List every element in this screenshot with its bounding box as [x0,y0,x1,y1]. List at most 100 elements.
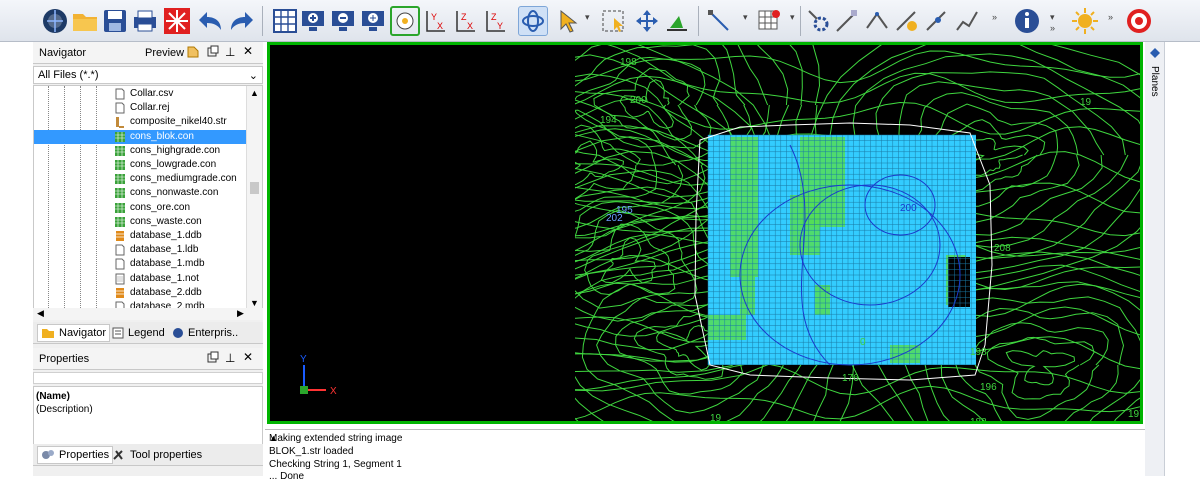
tree-vertical-scrollbar[interactable]: ▲ ▼ [246,86,262,308]
file-tree-item[interactable]: database_1.not [34,272,247,286]
scroll-thumb[interactable] [250,182,259,194]
file-tree-item[interactable]: cons_lowgrade.con [34,158,247,172]
navigator-header: Navigator Preview ⊥ ✕ [33,42,263,64]
folder-icon [42,329,54,338]
undo-icon[interactable] [196,6,226,36]
properties-tabs: Properties Tool properties [33,444,263,466]
rotate-icon[interactable] [518,6,548,36]
pin-icon[interactable]: ⊥ [225,45,235,59]
globe-icon[interactable] [40,6,70,36]
file-tree-item-label: database_1.mdb [130,258,205,270]
contour-label: 188 [970,417,987,421]
close-icon[interactable]: ✕ [243,44,253,58]
edit-segment-icon[interactable] [862,6,892,36]
target-icon[interactable] [1124,6,1154,36]
file-tree-item[interactable]: database_2.ddb [34,286,247,300]
enterprise-icon [173,328,183,338]
file-tree-item[interactable]: composite_nikel40.str [34,115,247,129]
preview-label[interactable]: Preview [145,47,184,59]
scroll-up-icon[interactable]: ▲ [269,433,1141,443]
print-icon[interactable] [130,6,160,36]
info-icon[interactable] [1012,6,1042,36]
insert-point-icon[interactable] [922,6,952,36]
file-tree-item[interactable]: database_1.mdb [34,257,247,271]
zoom-out-icon[interactable] [328,6,358,36]
contour-label: 197 [1128,409,1140,420]
contour-line [569,98,1140,135]
axis-yx-icon[interactable]: YX [420,6,450,36]
close-icon[interactable]: ✕ [243,350,253,364]
scroll-right-icon[interactable]: ▶ [237,308,244,319]
scroll-down-icon[interactable]: ▼ [250,298,259,308]
tree-horizontal-scrollbar[interactable]: ◀ ▶ [33,308,263,320]
left-side-gutter [0,42,33,476]
tab-tool-properties[interactable]: Tool properties [109,446,205,464]
tab-enterprise[interactable]: Enterpris.. [169,324,241,342]
file-tree-item-label: database_1.ddb [130,230,202,241]
save-icon[interactable] [100,6,130,36]
file-tree-item[interactable]: cons_waste.con [34,215,247,229]
tab-properties[interactable]: Properties [37,446,114,464]
legend-icon [112,327,124,339]
file-tree-item-label: cons_blok.con [130,130,194,142]
file-tree-item[interactable]: database_1.ddb [34,229,247,243]
document-icon [115,102,125,114]
file-filter-select[interactable]: All Files (*.*) ⌄ [33,66,263,84]
constraint-file-icon [115,173,125,185]
axis-zx-icon[interactable]: ZX [450,6,480,36]
file-tree-item[interactable]: Collar.rej [34,101,247,115]
gear-icon[interactable] [804,6,834,36]
open-folder-icon[interactable] [70,6,100,36]
preview-toggle-icon[interactable] [186,45,200,62]
notes-icon [115,273,125,285]
graphics-viewport[interactable]: 1982001941920219520020819819619718819176… [267,42,1143,424]
profile-icon[interactable] [662,6,692,36]
plane-icon[interactable] [390,6,420,36]
tab-legend[interactable]: Legend [109,324,168,342]
zoom-in-icon[interactable] [298,6,328,36]
file-tree-item[interactable]: cons_mediumgrade.con [34,172,247,186]
file-tree-item[interactable]: cons_blok.con [34,129,247,144]
grid-icon[interactable] [270,6,300,36]
tab-enterprise-label: Enterpris.. [188,327,239,339]
file-tree-item[interactable]: cons_ore.con [34,201,247,215]
explode-icon[interactable] [162,6,192,36]
select-cursor-icon[interactable] [552,6,582,36]
properties-header: Properties ⊥ ✕ [33,348,263,370]
contour-label: 200 [630,95,647,106]
contour-label: 19 [1080,97,1092,108]
edit-point-icon[interactable] [832,6,862,36]
file-tree-item-label: cons_mediumgrade.con [130,173,237,185]
float-icon[interactable] [207,45,219,60]
contour-label: 198 [620,57,637,68]
tab-properties-label: Properties [59,449,110,461]
draw-line-icon[interactable] [704,6,734,36]
float-icon[interactable] [207,351,219,366]
lighting-icon[interactable] [1070,6,1100,36]
axis-zy-icon[interactable]: ZY [480,6,510,36]
file-tree-item[interactable]: Collar.csv [34,87,247,101]
file-tree-item-label: cons_ore.con [130,201,191,213]
pan-icon[interactable] [632,6,662,36]
log-line: Checking String 1, Segment 1 [269,459,402,470]
navigator-tabs: Navigator Legend Enterpris.. [33,322,263,344]
tab-navigator[interactable]: Navigator [37,324,111,342]
scroll-up-icon[interactable]: ▲ [250,88,259,98]
database-icon [115,230,125,242]
contour-label: 0 [860,337,866,348]
redo-icon[interactable] [226,6,256,36]
file-tree-item-label: database_1.ldb [130,244,199,256]
file-tree-item-label: database_1.not [130,272,199,284]
file-tree-item[interactable]: cons_nonwaste.con [34,186,247,200]
planes-strip[interactable]: Planes [1145,42,1165,476]
contour-label: 208 [994,243,1011,254]
zoom-extent-icon[interactable] [358,6,388,36]
file-tree-item[interactable]: database_1.ldb [34,243,247,257]
add-point-icon[interactable] [892,6,922,36]
file-tree-item[interactable]: cons_highgrade.con [34,144,247,158]
select-box-icon[interactable] [598,6,628,36]
string-segment-icon[interactable] [952,6,982,36]
scroll-left-icon[interactable]: ◀ [37,308,44,319]
pin-icon[interactable]: ⊥ [225,351,235,365]
grid-settings-icon[interactable] [754,6,784,36]
